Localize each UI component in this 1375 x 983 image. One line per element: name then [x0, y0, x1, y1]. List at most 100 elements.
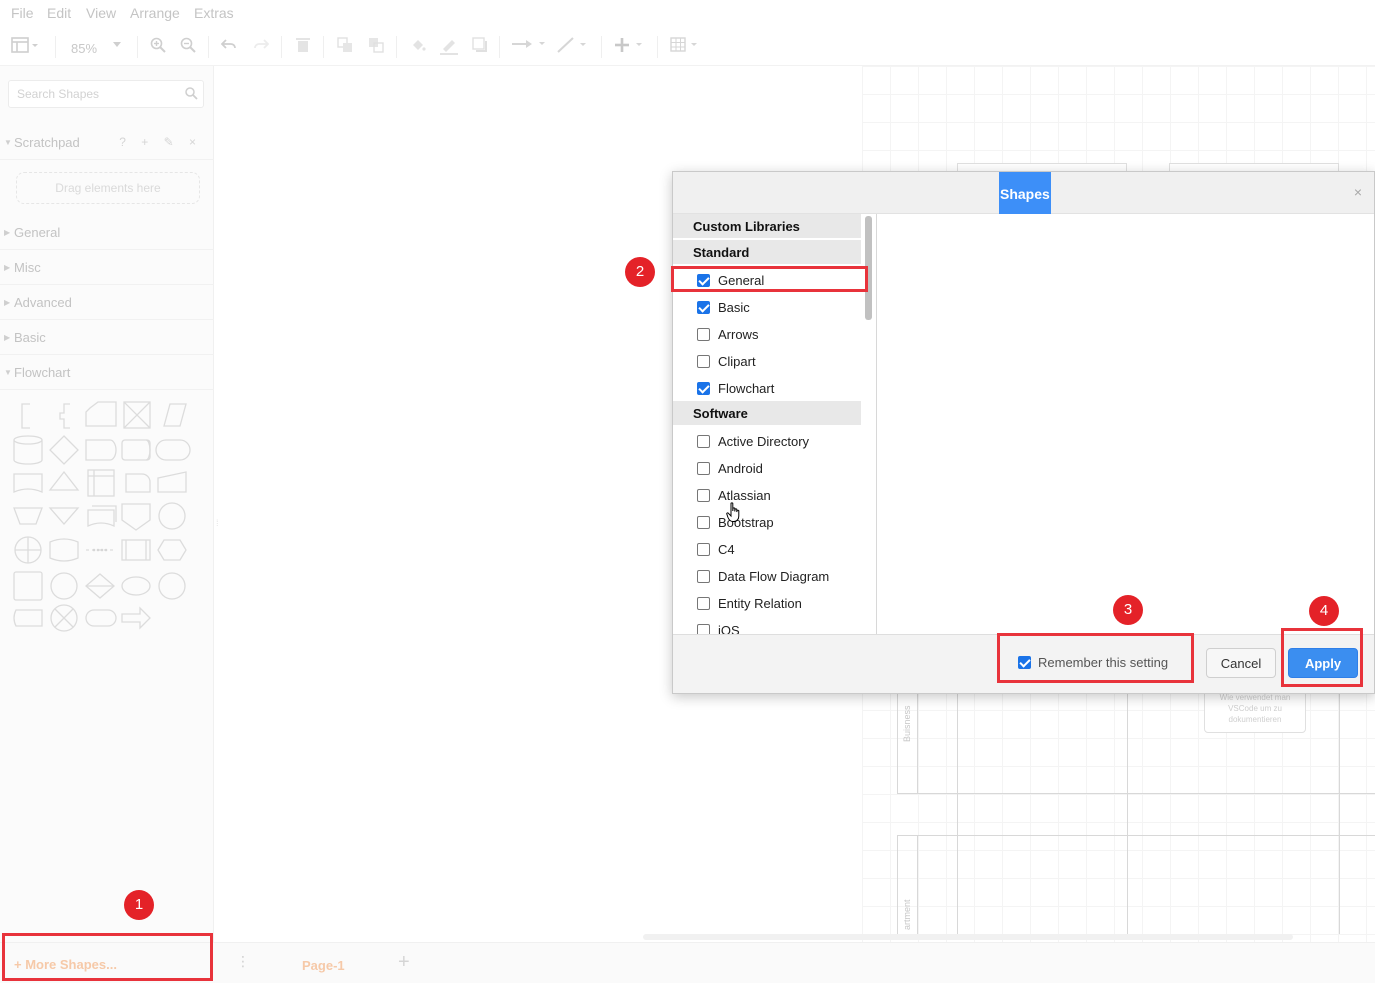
library-android[interactable]: Android: [697, 456, 763, 480]
highlight-apply: [1281, 628, 1363, 687]
tab-page-1[interactable]: Page-1: [302, 958, 345, 973]
line-color-icon[interactable]: [440, 37, 458, 55]
caret-right-icon: ▶: [4, 263, 11, 272]
lane-border: [917, 835, 918, 935]
checkbox[interactable]: [697, 327, 710, 341]
lane-border: [917, 694, 918, 794]
menu-edit[interactable]: Edit: [47, 5, 71, 21]
library-flowchart[interactable]: Flowchart: [697, 376, 774, 400]
add-page-button[interactable]: +: [398, 951, 410, 974]
checkbox[interactable]: [697, 381, 710, 395]
library-label: Active Directory: [718, 433, 810, 449]
fill-color-icon[interactable]: [410, 37, 426, 53]
table-icon[interactable]: [670, 37, 704, 53]
section-title: Basic: [14, 330, 46, 345]
library-active-directory[interactable]: Active Directory: [697, 429, 809, 453]
caret-down-icon: ▼: [4, 138, 12, 147]
toolbar-divider: [137, 36, 138, 58]
menu-view[interactable]: View: [86, 5, 116, 21]
library-basic[interactable]: Basic: [697, 295, 750, 319]
library-label: Clipart: [718, 353, 756, 369]
highlight-general: [671, 266, 868, 292]
horizontal-scrollbar[interactable]: [643, 934, 1293, 940]
sidebar-section-flowchart[interactable]: ▼ Flowchart: [0, 356, 214, 390]
cancel-button[interactable]: Cancel: [1206, 648, 1276, 678]
lane-border: [897, 694, 898, 794]
panel-toggle-icon[interactable]: [11, 37, 39, 55]
category-standard: Standard: [673, 240, 861, 264]
redo-icon[interactable]: [253, 37, 269, 51]
library-data-flow-diagram[interactable]: Data Flow Diagram: [697, 564, 829, 588]
toolbar-divider: [55, 36, 56, 58]
search-icon[interactable]: [185, 87, 198, 103]
section-title: Scratchpad: [14, 135, 80, 150]
menu-extras[interactable]: Extras: [194, 5, 234, 21]
zoom-in-icon[interactable]: [150, 37, 166, 53]
section-title: Advanced: [14, 295, 72, 310]
sidebar-section-basic[interactable]: ▶ Basic: [0, 321, 214, 355]
menu-file[interactable]: File: [11, 5, 34, 21]
diagram-note: Wie verwendet man VSCode um zu dokumenti…: [1204, 688, 1306, 733]
checkbox[interactable]: [697, 569, 710, 583]
checkbox[interactable]: [697, 300, 710, 314]
library-label: Data Flow Diagram: [718, 568, 830, 584]
library-label: Basic: [718, 299, 750, 315]
library-ios[interactable]: iOS: [697, 618, 740, 634]
search-shapes-input[interactable]: [15, 81, 175, 107]
lane-border: [897, 835, 1375, 836]
sidebar-section-general[interactable]: ▶ General: [0, 216, 214, 250]
insert-icon[interactable]: [614, 37, 648, 53]
undo-icon[interactable]: [221, 37, 237, 51]
checkbox[interactable]: [697, 596, 710, 610]
sidebar-section-advanced[interactable]: ▶ Advanced: [0, 286, 214, 320]
toolbar-divider: [499, 36, 500, 58]
to-back-icon[interactable]: [368, 37, 384, 53]
toolbar-divider: [601, 36, 602, 58]
pages-menu-icon[interactable]: ⋮: [236, 953, 250, 970]
highlight-more-shapes: [2, 933, 213, 981]
zoom-dropdown-icon[interactable]: [113, 42, 121, 47]
library-clipart[interactable]: Clipart: [697, 349, 756, 373]
zoom-out-icon[interactable]: [180, 37, 196, 53]
checkbox[interactable]: [697, 542, 710, 556]
sidebar-section-misc[interactable]: ▶ Misc: [0, 251, 214, 285]
library-arrows[interactable]: Arrows: [697, 322, 758, 346]
toolbar-divider: [323, 36, 324, 58]
toolbar-divider: [396, 36, 397, 58]
waypoint-style-icon[interactable]: [557, 37, 591, 53]
scratchpad-tools[interactable]: ? + ✎ ×: [119, 135, 202, 149]
checkbox[interactable]: [697, 515, 710, 529]
lane-label: artment: [902, 899, 912, 930]
flowchart-shapes-palette[interactable]: [8, 396, 208, 636]
step-badge-4: 4: [1309, 596, 1339, 626]
library-entity-relation[interactable]: Entity Relation: [697, 591, 802, 615]
lane-border: [897, 793, 1375, 794]
lane-border: [897, 835, 898, 935]
checkbox[interactable]: [697, 488, 710, 502]
step-badge-2: 2: [625, 257, 655, 287]
to-front-icon[interactable]: [337, 37, 353, 53]
step-badge-1: 1: [124, 890, 154, 920]
checkbox[interactable]: [697, 623, 710, 634]
toolbar-divider: [281, 36, 282, 58]
sidebar-resize-handle[interactable]: ⁞: [216, 518, 219, 528]
checkbox[interactable]: [697, 434, 710, 448]
toolbar-divider: [208, 36, 209, 58]
library-c4[interactable]: C4: [697, 537, 735, 561]
library-label: Atlassian: [718, 487, 771, 503]
menu-arrange[interactable]: Arrange: [130, 5, 180, 21]
sidebar-section-scratchpad[interactable]: ▼ Scratchpad ? + ✎ ×: [0, 126, 214, 160]
category-custom-libraries: Custom Libraries: [673, 214, 861, 238]
delete-icon[interactable]: [296, 37, 310, 53]
shadow-icon[interactable]: [472, 37, 488, 53]
library-label: Android: [718, 460, 763, 476]
section-title: General: [14, 225, 61, 240]
connection-style-icon[interactable]: [512, 37, 546, 51]
dialog-title: Shapes: [999, 172, 1051, 214]
close-icon[interactable]: ×: [1354, 184, 1362, 200]
shapes-sidebar: ▼ Scratchpad ? + ✎ × Drag elements here …: [0, 66, 214, 942]
checkbox[interactable]: [697, 461, 710, 475]
checkbox[interactable]: [697, 354, 710, 368]
zoom-level[interactable]: 85%: [71, 41, 97, 56]
scratchpad-drop-zone[interactable]: Drag elements here: [16, 172, 200, 204]
